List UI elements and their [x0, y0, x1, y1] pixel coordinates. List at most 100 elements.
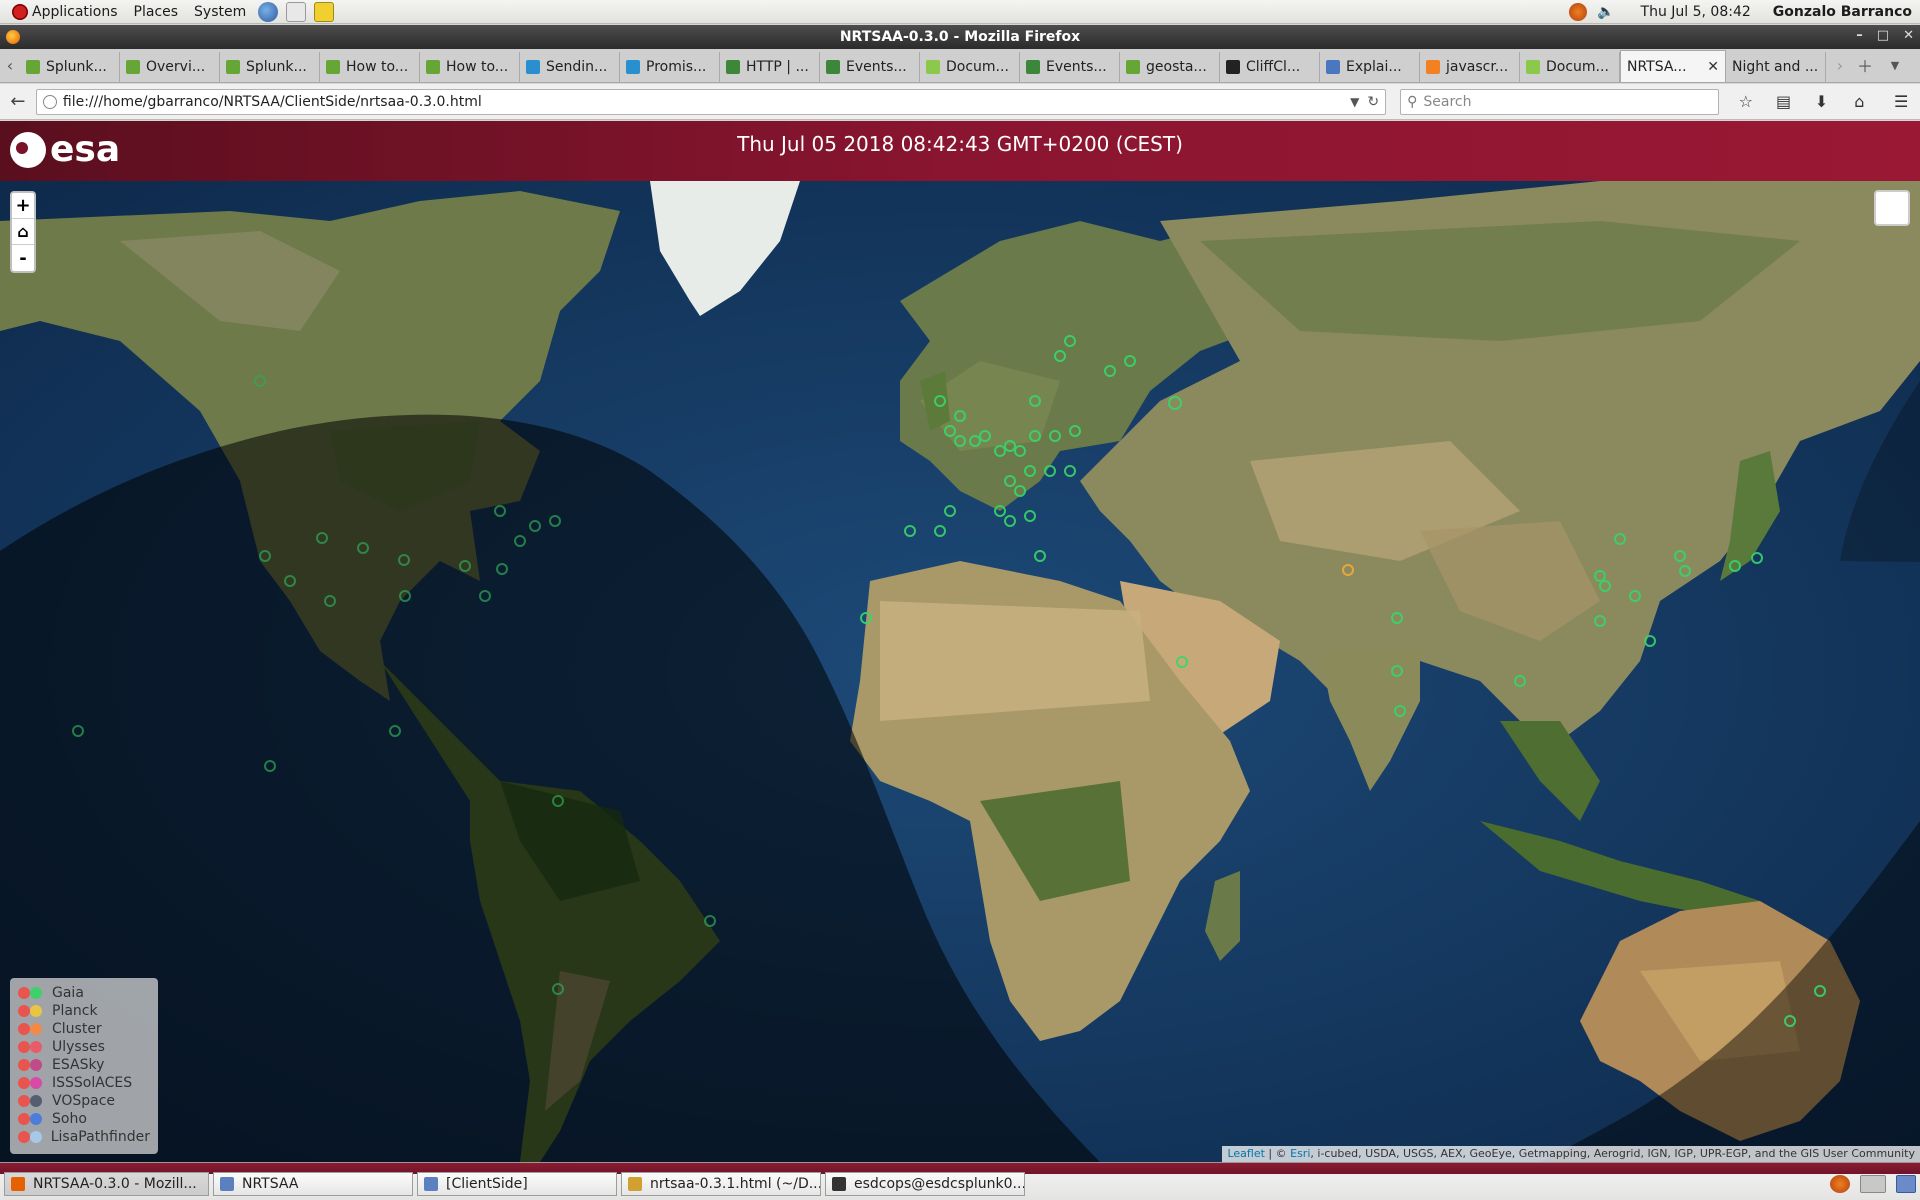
trash-icon[interactable] — [1896, 1175, 1916, 1193]
clock[interactable]: Thu Jul 5, 08:42 — [1641, 4, 1751, 20]
zoom-in-button[interactable]: + — [12, 193, 34, 219]
browser-tab[interactable]: Sendin... — [520, 52, 620, 82]
places-menu[interactable]: Places — [126, 0, 187, 24]
node-icon — [726, 60, 740, 74]
tab-scroll-left-button[interactable]: ‹ — [0, 48, 20, 82]
map-tiles[interactable] — [0, 181, 1920, 1162]
browser-tab[interactable]: Splunk... — [220, 52, 320, 82]
web-icon — [1326, 60, 1340, 74]
taskbar-button[interactable]: nrtsaa-0.3.1.html (~/D... — [621, 1172, 821, 1196]
workspace-switcher-icon[interactable] — [1860, 1175, 1886, 1193]
browser-tab[interactable]: How to... — [320, 52, 420, 82]
browser-tab[interactable]: Docum... — [1520, 52, 1620, 82]
taskbar-button[interactable]: esdcops@esdcsplunk0... — [825, 1172, 1025, 1196]
tab-label: Docum... — [1546, 59, 1609, 75]
mail-launcher-icon[interactable] — [286, 1, 307, 22]
taskbar-button[interactable]: [ClientSide] — [417, 1172, 617, 1196]
close-window-button[interactable]: ✕ — [1903, 28, 1914, 43]
firefox-tray-icon[interactable] — [1830, 1175, 1850, 1193]
browser-tab[interactable]: geosta... — [1120, 52, 1220, 82]
legend-label: LisaPathfinder — [50, 1129, 150, 1145]
browser-launcher-icon[interactable] — [258, 1, 279, 22]
url-dropdown-icon[interactable]: ▼ — [1350, 95, 1359, 109]
browser-tab[interactable]: Night and ... — [1726, 52, 1826, 82]
splunk-icon — [326, 60, 340, 74]
browser-tab[interactable]: Events... — [820, 52, 920, 82]
layer-control-button[interactable] — [1874, 190, 1910, 226]
list-all-tabs-button[interactable]: ▼ — [1880, 48, 1910, 82]
back-button[interactable]: ← — [4, 88, 32, 116]
applications-menu[interactable]: Applications — [0, 0, 126, 24]
zoom-out-button[interactable]: - — [12, 245, 34, 271]
tab-label: javascr... — [1446, 59, 1509, 75]
browser-tab[interactable]: HTTP | ... — [720, 52, 820, 82]
navigation-bar: ← file:///home/gbarranco/NRTSAA/ClientSi… — [0, 84, 1920, 120]
stack-icon — [1426, 60, 1440, 74]
search-bar[interactable]: ⚲ Search — [1400, 88, 1719, 115]
browser-tab[interactable]: CliffCl... — [1220, 52, 1320, 82]
tab-label: HTTP | ... — [746, 59, 809, 75]
reload-icon[interactable]: ↻ — [1367, 94, 1379, 110]
page-info-icon[interactable] — [42, 94, 57, 109]
current-datetime: Thu Jul 05 2018 08:42:43 GMT+0200 (CEST) — [737, 132, 1183, 156]
home-view-button[interactable]: ⌂ — [12, 219, 34, 245]
url-text: file:///home/gbarranco/NRTSAA/ClientSide… — [62, 93, 482, 110]
notes-launcher-icon[interactable] — [314, 1, 335, 22]
tab-scroll-right-button[interactable]: › — [1830, 48, 1850, 82]
browser-tab[interactable]: Splunk... — [20, 52, 120, 82]
legend-swatch-icon — [18, 1041, 44, 1053]
legend-item: ESASky — [18, 1056, 150, 1074]
maximize-button[interactable]: □ — [1877, 28, 1889, 43]
browser-tab[interactable]: Promis... — [620, 52, 720, 82]
window-title: NRTSAA-0.3.0 - Mozilla Firefox — [839, 29, 1081, 45]
zoom-control: + ⌂ - — [10, 191, 36, 273]
system-menu-label: System — [194, 3, 247, 20]
reading-list-icon[interactable]: ▤ — [1765, 88, 1803, 116]
browser-tab[interactable]: NRTSA... ✕ — [1620, 50, 1726, 82]
world-map[interactable]: + ⌂ - Gaia Planck Cluster Ulysses ESASky ISSS… — [0, 181, 1920, 1162]
browser-tab[interactable]: Events... — [1020, 52, 1120, 82]
map-attribution: Leaflet | © Esri, i-cubed, USDA, USGS, A… — [1222, 1146, 1920, 1162]
menu-icon[interactable]: ☰ — [1882, 88, 1920, 116]
close-tab-icon[interactable]: ✕ — [1707, 59, 1719, 75]
tab-label: Overvi... — [146, 59, 206, 75]
taskbar-label: [ClientSide] — [446, 1176, 528, 1192]
browser-tab[interactable]: How to... — [420, 52, 520, 82]
downloads-icon[interactable]: ⬇ — [1803, 88, 1841, 116]
tab-label: NRTSA... — [1627, 58, 1687, 75]
legend-swatch-icon — [18, 1005, 44, 1017]
user-menu[interactable]: Gonzalo Barranco — [1773, 4, 1912, 20]
esri-link[interactable]: Esri — [1290, 1147, 1310, 1160]
legend-item: Gaia — [18, 984, 150, 1002]
update-notifier-icon[interactable] — [1569, 2, 1588, 21]
url-bar[interactable]: file:///home/gbarranco/NRTSAA/ClientSide… — [35, 88, 1387, 115]
esa-header: esa Thu Jul 05 2018 08:42:43 GMT+0200 (C… — [0, 121, 1920, 181]
bottom-taskbar: NRTSAA-0.3.0 - Mozill... NRTSAA [ClientSid… — [0, 1162, 1920, 1200]
search-icon: ⚲ — [1407, 93, 1418, 110]
search-placeholder: Search — [1423, 93, 1472, 110]
legend-swatch-icon — [18, 1023, 44, 1035]
volume-icon[interactable]: 🔈 — [1597, 4, 1614, 20]
browser-tab[interactable]: Overvi... — [120, 52, 220, 82]
tab-label: Promis... — [646, 59, 707, 75]
browser-tab[interactable]: Explai... — [1320, 52, 1420, 82]
minimize-button[interactable]: – — [1856, 28, 1863, 43]
leaflet-link[interactable]: Leaflet — [1227, 1147, 1264, 1160]
browser-tab[interactable]: javascr... — [1420, 52, 1520, 82]
top-panel: Applications Places System 🔈 Thu Jul 5, … — [0, 0, 1920, 24]
home-icon[interactable]: ⌂ — [1840, 88, 1878, 116]
taskbar-button[interactable]: NRTSAA — [213, 1172, 413, 1196]
browser-tab[interactable]: Docum... — [920, 52, 1020, 82]
splunk-icon — [126, 60, 140, 74]
tab-label: Night and ... — [1732, 59, 1819, 75]
taskbar-button[interactable]: NRTSAA-0.3.0 - Mozill... — [4, 1172, 209, 1196]
system-menu[interactable]: System — [186, 0, 254, 24]
legend-item: VOSpace — [18, 1092, 150, 1110]
bookmark-star-icon[interactable]: ☆ — [1727, 88, 1765, 116]
window-titlebar[interactable]: NRTSAA-0.3.0 - Mozilla Firefox – □ ✕ — [0, 25, 1920, 49]
docs-icon — [626, 60, 640, 74]
legend-label: ISSSolACES — [52, 1075, 133, 1091]
new-tab-button[interactable]: ＋ — [1850, 48, 1880, 82]
tab-label: geosta... — [1146, 59, 1207, 75]
splunk-icon — [426, 60, 440, 74]
